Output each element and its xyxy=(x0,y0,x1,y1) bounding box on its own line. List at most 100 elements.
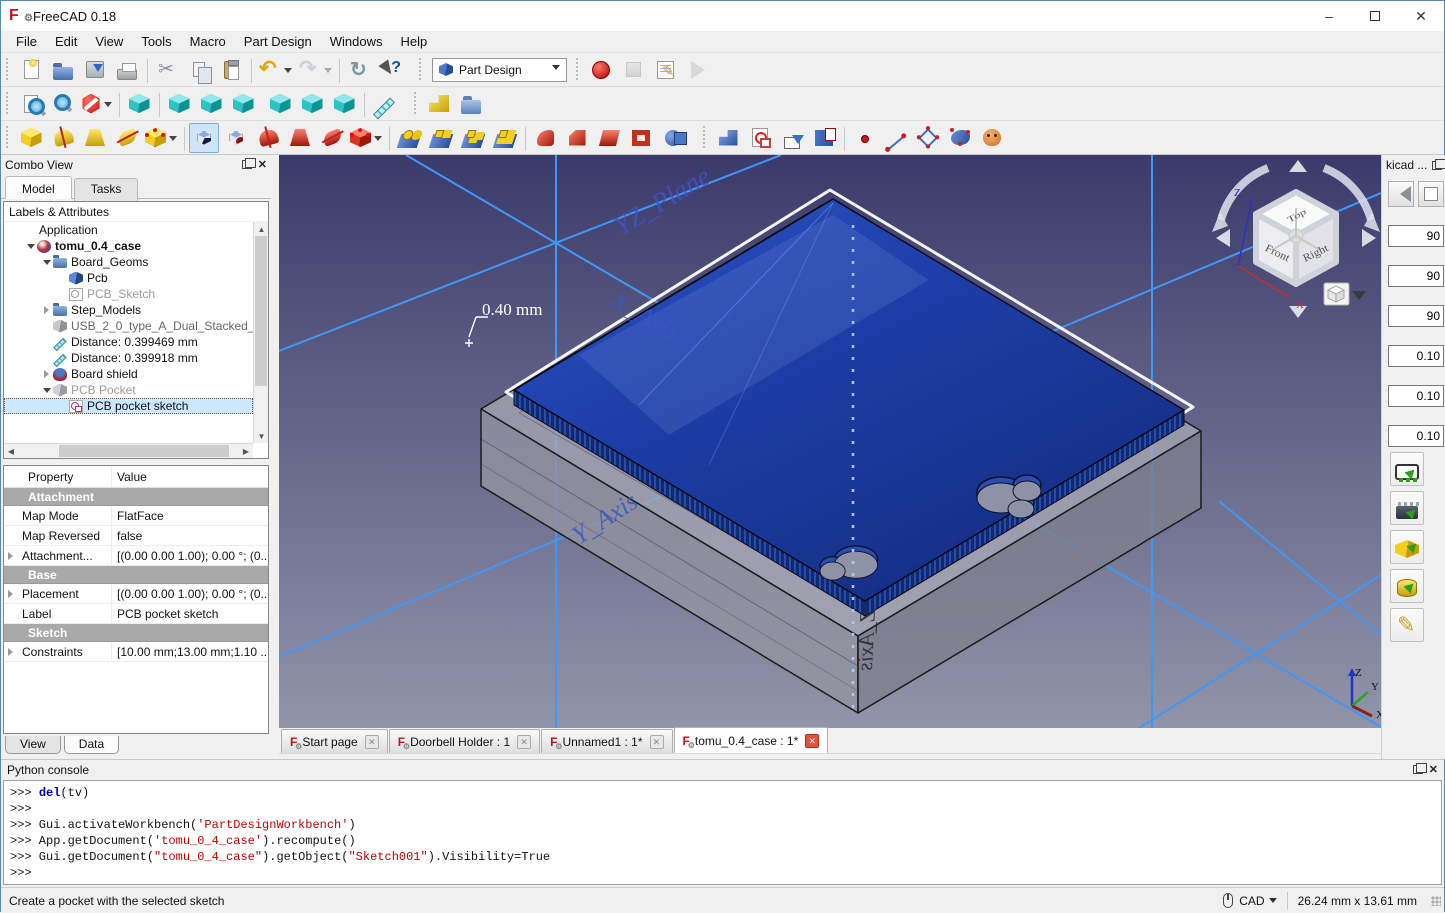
section-base[interactable]: Base xyxy=(4,566,268,584)
toolbar-grip[interactable] xyxy=(4,92,12,116)
subtractive-pipe-button[interactable] xyxy=(317,123,347,153)
multitransform-button[interactable] xyxy=(490,123,520,153)
tree-expander-icon[interactable] xyxy=(40,370,53,378)
tree-item[interactable]: Step_Models xyxy=(4,302,253,318)
bspline-button[interactable] xyxy=(945,123,975,153)
pad-button[interactable] xyxy=(16,123,46,153)
draw-style-button[interactable] xyxy=(80,89,114,119)
property-value[interactable]: [10.00 mm;13.00 mm;1.10 ... xyxy=(112,642,268,661)
tree-item[interactable]: PCB_Sketch xyxy=(4,286,253,302)
polar-pattern-button[interactable] xyxy=(458,123,488,153)
menu-item[interactable]: Help xyxy=(391,32,436,51)
zoom-button[interactable] xyxy=(48,89,78,119)
float-panel-icon[interactable] xyxy=(1413,765,1423,774)
menu-item[interactable]: Part Design xyxy=(235,32,321,51)
document-tab[interactable]: F tomu_0.4_case : 1* ✕ xyxy=(674,727,829,753)
fit-all-button[interactable] xyxy=(16,89,46,119)
save-button[interactable] xyxy=(80,55,110,85)
tree-item[interactable]: USB_2_0_type_A_Dual_Stacked_jac xyxy=(4,318,253,334)
tree-item[interactable]: PCB Pocket xyxy=(4,382,253,398)
toolbar-grip[interactable] xyxy=(412,92,420,116)
tree-expander-icon[interactable] xyxy=(40,256,53,269)
kicad-page-button[interactable] xyxy=(1418,181,1444,207)
tree-item[interactable]: Application xyxy=(4,222,253,238)
dropdown-arrow-icon[interactable] xyxy=(324,68,332,77)
kicad-back-button[interactable] xyxy=(1388,181,1414,207)
additive-primitive-button[interactable] xyxy=(144,123,179,153)
dropdown-arrow-icon[interactable] xyxy=(374,136,382,145)
property-row[interactable]: Map Mode FlatFace xyxy=(4,506,268,526)
bottom-view-button[interactable] xyxy=(297,89,327,119)
ksu-export-model-button[interactable] xyxy=(1390,569,1424,603)
float-panel-icon[interactable] xyxy=(242,160,252,169)
document-tab[interactable]: F Unnamed1 : 1* ✕ xyxy=(541,729,672,753)
scrollbar-thumb[interactable] xyxy=(255,236,267,386)
top-view-button[interactable] xyxy=(196,89,226,119)
dropdown-arrow-icon[interactable] xyxy=(104,102,112,111)
paste-button[interactable] xyxy=(216,55,246,85)
new-document-button[interactable] xyxy=(16,55,46,85)
toolbar-grip[interactable] xyxy=(701,126,709,150)
tree-item[interactable]: Pcb xyxy=(4,270,253,286)
ksu-edit-button[interactable] xyxy=(1390,608,1424,642)
close-button[interactable]: ✕ xyxy=(1398,1,1444,31)
property-row[interactable]: Constraints [10.00 mm;13.00 mm;1.10 ... xyxy=(4,642,268,662)
map-sketch-button[interactable] xyxy=(777,123,807,153)
document-tab[interactable]: F Start page ✕ xyxy=(281,729,388,753)
fillet-button[interactable] xyxy=(530,123,560,153)
boolean-button[interactable] xyxy=(658,123,688,153)
offset-z-field[interactable] xyxy=(1388,425,1444,447)
section-attachment[interactable]: Attachment xyxy=(4,488,268,506)
offset-y-field[interactable] xyxy=(1388,385,1444,407)
tree-vertical-scrollbar[interactable]: ▲ ▼ xyxy=(253,222,268,443)
dropdown-arrow-icon[interactable] xyxy=(284,68,292,77)
front-view-button[interactable] xyxy=(164,89,194,119)
close-tab-icon[interactable]: ✕ xyxy=(365,735,379,749)
axonometric-view-button[interactable] xyxy=(124,89,154,119)
resize-grip[interactable] xyxy=(1431,896,1441,906)
document-tab[interactable]: F Doorbell Holder : 1 ✕ xyxy=(389,729,540,753)
rotation-x-field[interactable] xyxy=(1388,225,1444,247)
revolution-button[interactable] xyxy=(48,123,78,153)
subtractive-loft-button[interactable] xyxy=(285,123,315,153)
rotation-z-field[interactable] xyxy=(1388,305,1444,327)
left-view-button[interactable] xyxy=(329,89,359,119)
tree-expander-icon[interactable] xyxy=(24,240,37,253)
ksu-export-footprint-button[interactable] xyxy=(1390,491,1424,525)
groove-button[interactable] xyxy=(253,123,283,153)
close-tab-icon[interactable]: ✕ xyxy=(805,734,819,748)
minimize-button[interactable]: – xyxy=(1306,1,1352,31)
close-tab-icon[interactable]: ✕ xyxy=(650,735,664,749)
create-body-button[interactable] xyxy=(424,89,454,119)
print-button[interactable] xyxy=(112,55,142,85)
tree-item[interactable]: Distance: 0.399469 mm xyxy=(4,334,253,350)
measure-distance-button[interactable] xyxy=(369,89,399,119)
property-row[interactable]: Label PCB pocket sketch xyxy=(4,604,268,624)
toolbar-grip[interactable] xyxy=(417,58,425,82)
ksu-load-board-button[interactable] xyxy=(1390,452,1424,486)
expand-arrow-icon[interactable] xyxy=(4,546,20,565)
rear-view-button[interactable] xyxy=(265,89,295,119)
python-console-output[interactable]: >>> del(tv) >>> >>> Gui.activateWorkbenc… xyxy=(3,780,1442,885)
toolbar-grip[interactable] xyxy=(4,58,12,82)
draft-button[interactable] xyxy=(594,123,624,153)
maximize-button[interactable] xyxy=(1352,1,1398,31)
scroll-right-arrow[interactable]: ▶ xyxy=(239,444,253,459)
tree-item[interactable]: tomu_0.4_case xyxy=(4,238,253,254)
ksu-export-step-button[interactable] xyxy=(1390,530,1424,564)
property-row[interactable]: Placement [(0.00 0.00 1.00); 0.00 °; (0.… xyxy=(4,584,268,604)
float-panel-icon[interactable] xyxy=(1432,161,1442,170)
redo-button[interactable] xyxy=(296,55,334,85)
menu-item[interactable]: View xyxy=(86,32,132,51)
additive-pipe-button[interactable] xyxy=(112,123,142,153)
expand-arrow-icon[interactable] xyxy=(4,642,20,661)
property-tab[interactable]: View xyxy=(5,736,61,754)
pocket-button[interactable] xyxy=(189,123,219,153)
scroll-up-arrow[interactable]: ▲ xyxy=(254,222,269,236)
right-view-button[interactable] xyxy=(228,89,258,119)
linear-pattern-button[interactable] xyxy=(426,123,456,153)
menu-item[interactable]: Tools xyxy=(132,32,180,51)
menu-item[interactable]: Windows xyxy=(321,32,392,51)
menu-item[interactable]: Edit xyxy=(46,32,86,51)
workbench-selector[interactable]: Part Design xyxy=(432,58,567,82)
